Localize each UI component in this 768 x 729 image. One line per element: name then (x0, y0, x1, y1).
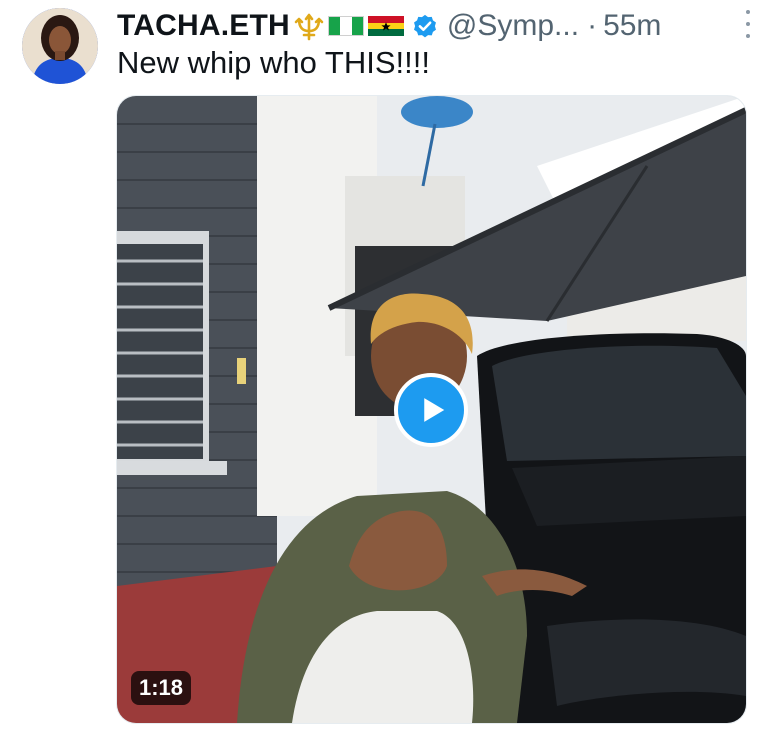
play-button[interactable] (394, 373, 468, 447)
separator-dot: · (587, 9, 598, 42)
trident-emoji (293, 10, 325, 42)
avatar[interactable] (22, 8, 98, 84)
user-handle[interactable]: @Symp... (447, 9, 579, 43)
verified-badge-icon (413, 14, 436, 38)
video-player[interactable]: 1:18 (116, 95, 747, 724)
tweet-text: New whip who THIS!!!! (117, 45, 430, 80)
ghana-flag-emoji (367, 12, 405, 40)
avatar-image (22, 8, 98, 84)
display-name[interactable]: TACHA.ETH (117, 9, 290, 43)
tweet[interactable]: TACHA.ETH @Symp... · 55m New whip who TH… (0, 0, 768, 729)
video-duration-badge: 1:18 (131, 671, 192, 705)
more-options-icon[interactable] (738, 10, 758, 38)
nigeria-flag-emoji (327, 12, 364, 40)
play-icon (424, 398, 445, 422)
tweet-header: TACHA.ETH @Symp... · 55m (117, 6, 748, 46)
timestamp[interactable]: 55m (603, 9, 661, 43)
